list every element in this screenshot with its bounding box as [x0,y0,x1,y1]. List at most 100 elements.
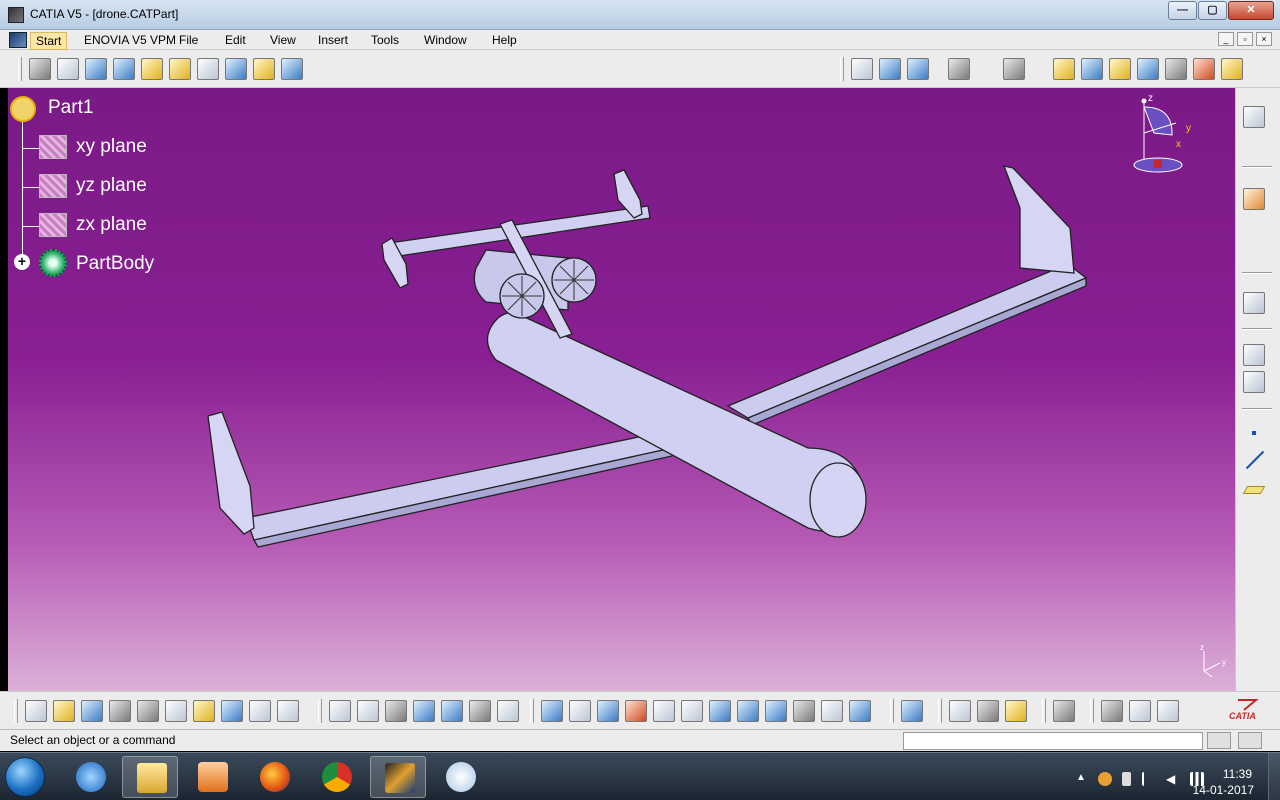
fillet-icon[interactable] [169,58,191,80]
undo-icon[interactable] [221,700,243,722]
menu-window[interactable]: Window [419,32,472,48]
reframe-icon[interactable] [1101,700,1123,722]
measure-icon[interactable] [851,58,873,80]
measure-between-icon[interactable] [949,700,971,722]
toolbar-grip[interactable] [890,699,894,723]
measure-inertia-icon[interactable] [1005,700,1027,722]
command-input[interactable] [903,732,1203,750]
toolbar-grip[interactable] [840,57,844,81]
command-options-button[interactable] [1207,732,1231,749]
normal-view-icon[interactable] [709,700,731,722]
sketch-icon[interactable] [29,58,51,80]
taskbar-catia[interactable] [370,756,426,798]
doc-close-button[interactable]: × [1256,32,1272,46]
menu-start[interactable]: Start [30,32,68,50]
new-icon[interactable] [25,700,47,722]
camera-icon[interactable] [1053,700,1075,722]
view-mode-icon[interactable] [1165,58,1187,80]
start-menu-icon[interactable] [9,32,27,48]
tray-expand-icon[interactable]: ▲ [1076,772,1090,786]
clock-date[interactable]: 14-01-2017 [1193,783,1254,797]
swap-space-icon[interactable] [821,700,843,722]
drone-model[interactable] [8,88,1235,691]
zoom-in-icon[interactable] [653,700,675,722]
clock-time[interactable]: 11:39 [1223,767,1252,781]
volume-icon[interactable]: ◀ [1166,772,1180,786]
command-history-button[interactable] [1238,732,1262,749]
axis-icon[interactable] [1157,700,1179,722]
thickness-icon[interactable] [281,58,303,80]
doc-minimize-button[interactable]: _ [1218,32,1234,46]
tray-app-icon[interactable] [1098,772,1112,786]
save-icon[interactable] [81,700,103,722]
3d-viewport[interactable]: Part1 xy plane yz plane zx plane + PartB… [8,88,1235,691]
line-icon[interactable] [1243,449,1265,471]
taskbar-paint[interactable] [432,756,488,798]
menu-view[interactable]: View [265,32,301,48]
taskbar-chrome[interactable] [308,756,364,798]
flag-icon[interactable] [1142,772,1156,786]
settings-icon[interactable] [1003,58,1025,80]
rotate-icon[interactable] [625,700,647,722]
shading-icon[interactable] [1053,58,1075,80]
zoom-out-icon[interactable] [681,700,703,722]
grid-icon[interactable] [907,58,929,80]
point-icon[interactable] [1243,422,1265,444]
doc-restore-button[interactable]: ▫ [1237,32,1253,46]
whats-this-icon[interactable] [277,700,299,722]
toolbar-grip[interactable] [318,699,322,723]
compass-widget[interactable]: z y x [1128,93,1198,183]
lock-icon[interactable] [385,700,407,722]
menu-help[interactable]: Help [487,32,522,48]
shell-icon[interactable] [253,58,275,80]
table-icon[interactable] [413,700,435,722]
target-icon[interactable] [1193,58,1215,80]
draft-icon[interactable] [225,58,247,80]
taskbar-explorer[interactable] [122,756,178,798]
formula-icon[interactable] [329,700,351,722]
menu-enovia[interactable]: ENOVIA V5 VPM [79,32,181,48]
catia-app-icon[interactable] [8,7,24,23]
measure-item-icon[interactable] [977,700,999,722]
groove-icon[interactable] [141,58,163,80]
maximize-button[interactable]: ▢ [1198,1,1227,20]
hand-icon[interactable] [1129,700,1151,722]
dimension-icon[interactable] [1243,344,1265,366]
open-icon[interactable] [53,700,75,722]
battery-icon[interactable] [1122,772,1131,786]
constraint-icon[interactable] [1243,371,1265,393]
shading-icon[interactable] [849,700,871,722]
copy-icon[interactable] [165,700,187,722]
close-button[interactable]: ✕ [1228,1,1274,20]
hierarchy-icon[interactable] [441,700,463,722]
analysis-icon[interactable] [879,58,901,80]
pad-icon[interactable] [57,58,79,80]
toolbar-grip[interactable] [14,699,18,723]
cut-icon[interactable] [137,700,159,722]
view-cube-icon[interactable] [1243,106,1265,128]
macro-icon[interactable] [497,700,519,722]
select-arrow-icon[interactable] [1243,188,1265,210]
fit-all-icon[interactable] [948,58,970,80]
toolbar-grip[interactable] [18,57,22,81]
show-desktop-button[interactable] [1268,753,1280,800]
windows-start-button[interactable] [5,757,45,797]
toolbar-grip[interactable] [530,699,534,723]
toolbar-grip[interactable] [1042,699,1046,723]
taskbar-media-player[interactable] [184,756,240,798]
shaft-icon[interactable] [113,58,135,80]
apply-material-icon[interactable] [1221,58,1243,80]
quick-view-icon[interactable] [737,700,759,722]
iso-view-icon[interactable] [765,700,787,722]
taskbar-firefox[interactable] [246,756,302,798]
fly-icon[interactable] [541,700,563,722]
catalog-icon[interactable] [469,700,491,722]
comment-icon[interactable] [357,700,379,722]
taskbar-ie[interactable] [62,756,118,798]
sketch-edit-icon[interactable] [1243,292,1265,314]
material-icon[interactable] [1109,58,1131,80]
toolbar-grip[interactable] [1090,699,1094,723]
plane-icon[interactable] [1242,479,1266,501]
print-icon[interactable] [109,700,131,722]
paste-icon[interactable] [193,700,215,722]
